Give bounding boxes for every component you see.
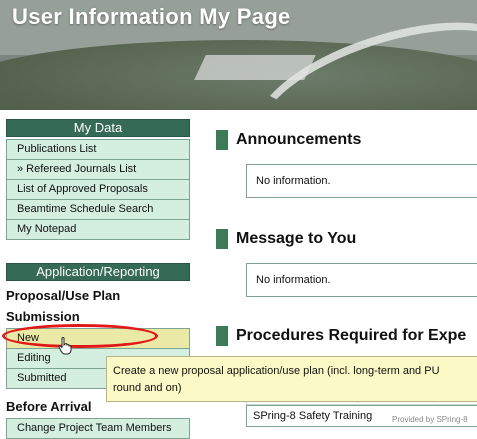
message-box: No information.	[246, 263, 477, 297]
before-arrival-heading: Before Arrival	[6, 399, 92, 414]
my-data-menu: Publications List » Refereed Journals Li…	[6, 139, 190, 240]
tooltip: Create a new proposal application/use pl…	[106, 356, 477, 402]
announcements-heading: Announcements	[216, 130, 361, 150]
menu-item-my-notepad[interactable]: My Notepad	[7, 220, 189, 240]
menu-item-change-project-team[interactable]: Change Project Team Members	[7, 419, 189, 439]
header-banner: User Information My Page	[0, 0, 477, 110]
application-reporting-heading: Application/Reporting	[6, 263, 190, 281]
menu-item-refereed-journals[interactable]: » Refereed Journals List	[7, 160, 189, 180]
hand-pointer-icon	[58, 337, 72, 360]
proposal-heading-line1: Proposal/Use Plan	[6, 288, 121, 303]
menu-item-beamtime-schedule[interactable]: Beamtime Schedule Search	[7, 200, 189, 220]
my-data-heading: My Data	[6, 119, 190, 137]
announcements-box: No information.	[246, 164, 477, 198]
tooltip-line2: round and on)	[113, 382, 182, 394]
menu-item-new[interactable]: New	[7, 329, 189, 349]
menu-item-publications-list[interactable]: Publications List	[7, 140, 189, 160]
announcements-title: Announcements	[236, 131, 362, 148]
procedures-heading: Procedures Required for Expe	[216, 326, 466, 346]
before-arrival-menu: Change Project Team Members	[6, 418, 190, 439]
heading-marker	[216, 326, 228, 346]
page-title: User Information My Page	[12, 4, 291, 29]
proposal-heading-line2: Submission	[6, 309, 80, 324]
menu-item-approved-proposals[interactable]: List of Approved Proposals	[7, 180, 189, 200]
heading-marker	[216, 229, 228, 249]
message-title: Message to You	[236, 230, 357, 247]
message-heading: Message to You	[216, 229, 356, 249]
tooltip-line1: Create a new proposal application/use pl…	[113, 365, 440, 377]
heading-marker	[216, 130, 228, 150]
procedures-title: Procedures Required for Expe	[236, 327, 467, 344]
provided-by-text: Provided by SPring-8	[392, 415, 468, 424]
